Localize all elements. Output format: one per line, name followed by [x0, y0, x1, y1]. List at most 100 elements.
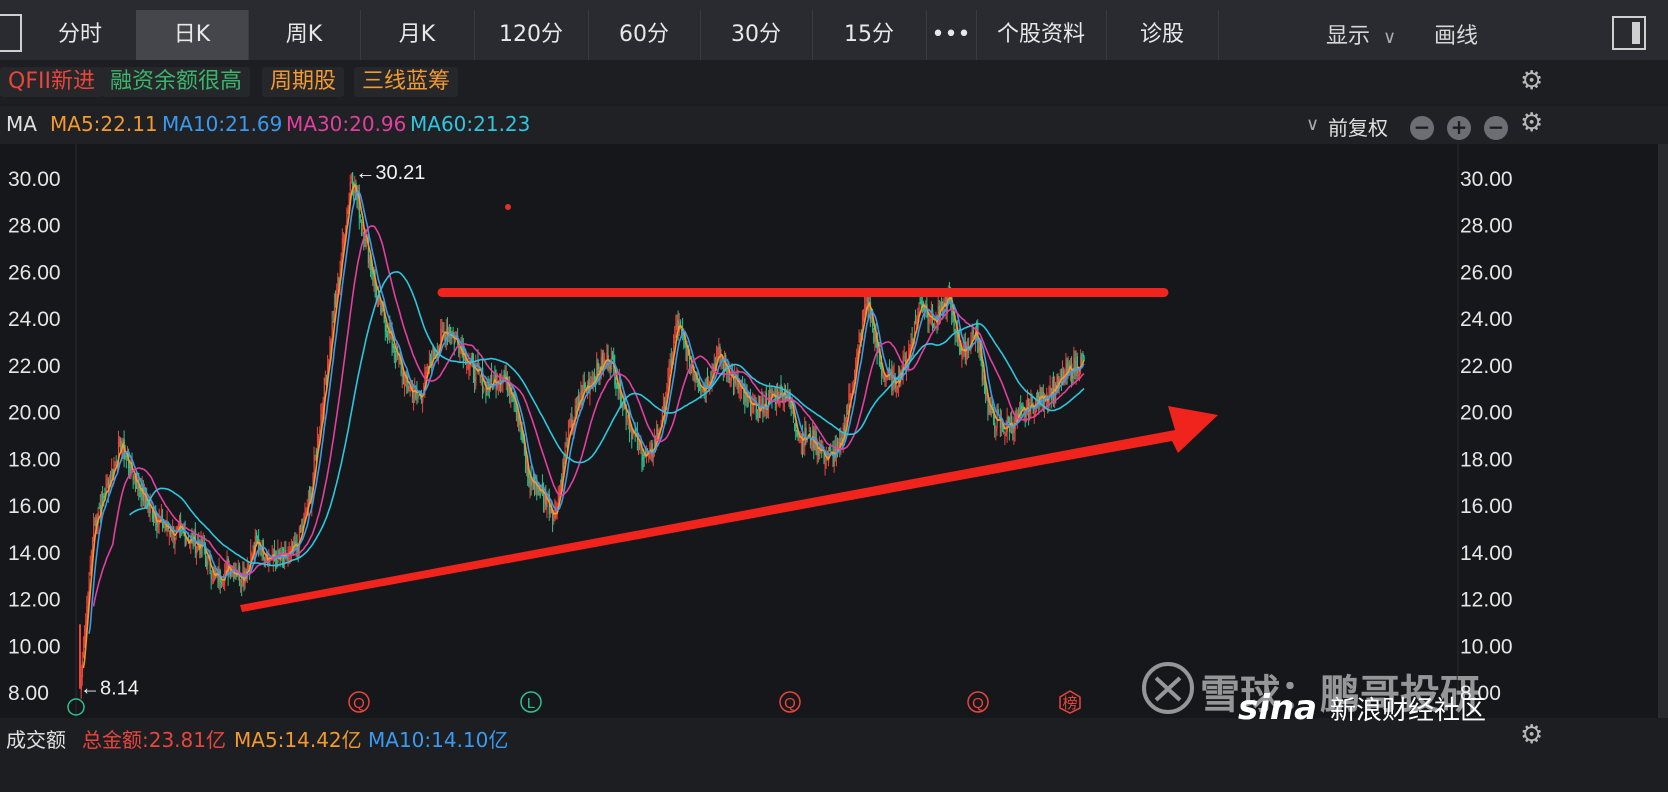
- candle-body: [885, 377, 887, 379]
- candle-body: [511, 395, 513, 398]
- gear-icon[interactable]: ⚙: [1520, 720, 1543, 750]
- collapse-icon[interactable]: −: [1484, 116, 1508, 140]
- y-tick-label-left: 22.00: [8, 355, 61, 378]
- y-tick-label-right: 12.00: [1460, 589, 1513, 612]
- candle-body: [1081, 354, 1083, 357]
- candle-body: [474, 377, 476, 382]
- candle-body: [442, 331, 444, 333]
- y-tick-label-left: 10.00: [8, 635, 61, 658]
- stock-tag[interactable]: 三线蓝筹: [354, 67, 459, 97]
- candle-body: [686, 348, 688, 362]
- panel-toggle-icon[interactable]: [1612, 16, 1646, 50]
- candle-body: [320, 413, 322, 427]
- panel-frame-icon[interactable]: [0, 14, 22, 52]
- candle-body: [369, 258, 371, 265]
- candle-body: [575, 406, 578, 408]
- candle-body: [1007, 417, 1010, 423]
- tab-0[interactable]: 分时: [24, 10, 137, 60]
- candle-body: [794, 423, 796, 425]
- candle-body: [719, 346, 721, 361]
- chart-scrollbar[interactable]: [1658, 144, 1668, 718]
- stock-tag[interactable]: 融资余额很高: [102, 67, 251, 97]
- tab-6[interactable]: 30分: [700, 10, 813, 60]
- tab-9[interactable]: 个股资料: [976, 10, 1107, 60]
- tab-2[interactable]: 周K: [248, 10, 361, 60]
- candle-body: [933, 323, 935, 328]
- candle-body: [874, 333, 876, 342]
- candle-body: [362, 228, 364, 231]
- candle-body: [257, 536, 259, 541]
- candle-body: [994, 422, 996, 428]
- candle-body: [466, 366, 468, 368]
- candle-body: [1072, 376, 1074, 378]
- tab-3[interactable]: 月K: [360, 10, 475, 60]
- candle-body: [549, 508, 552, 514]
- tab-8[interactable]: •••: [926, 10, 977, 60]
- candle-body: [934, 323, 936, 327]
- candle-body: [657, 432, 659, 435]
- candle-body: [347, 205, 349, 209]
- candle-body: [428, 358, 431, 367]
- candle-body: [817, 450, 820, 456]
- chevron-down-icon[interactable]: ∨: [1306, 114, 1319, 135]
- stock-tag[interactable]: QFII新进: [0, 67, 103, 97]
- zoom-in-icon[interactable]: +: [1447, 116, 1471, 140]
- adjust-select[interactable]: 前复权: [1328, 112, 1388, 141]
- candle-body: [508, 388, 510, 393]
- candle-body: [102, 496, 104, 498]
- candle-body: [824, 463, 826, 466]
- candle-body: [263, 558, 266, 560]
- candle-body: [359, 216, 362, 218]
- candle-body: [675, 323, 677, 334]
- draw-line-button[interactable]: 画线: [1434, 18, 1478, 50]
- gear-icon[interactable]: ⚙: [1520, 108, 1543, 138]
- candle-body: [676, 321, 678, 326]
- candle-body: [616, 385, 618, 389]
- candle-body: [751, 413, 753, 415]
- candle-body: [770, 392, 772, 397]
- candle-body: [826, 459, 829, 461]
- candle-body: [570, 418, 572, 428]
- tab-4[interactable]: 120分: [474, 10, 589, 60]
- xueqiu-logo-icon: [1142, 662, 1194, 714]
- y-tick-label-left: 18.00: [8, 448, 61, 471]
- candle-body: [701, 389, 703, 392]
- zoom-out-icon[interactable]: −: [1410, 116, 1434, 140]
- candle-body: [972, 329, 975, 334]
- candle-body: [350, 176, 353, 179]
- tab-1[interactable]: 日K: [136, 10, 249, 60]
- candle-body: [304, 509, 306, 512]
- candle-body: [718, 347, 720, 349]
- candle-body: [891, 369, 893, 392]
- candle-body: [1059, 373, 1062, 375]
- tab-5[interactable]: 60分: [588, 10, 701, 60]
- candle-body: [223, 581, 225, 585]
- candle-body: [384, 323, 387, 332]
- candle-body: [1083, 357, 1085, 361]
- gear-icon[interactable]: ⚙: [1520, 66, 1543, 96]
- tab-10[interactable]: 诊股: [1106, 10, 1219, 60]
- tab-7[interactable]: 15分: [812, 10, 927, 60]
- candle-body: [450, 336, 452, 340]
- candle-body: [641, 449, 643, 461]
- candle-body: [387, 331, 389, 337]
- candle-body: [871, 316, 873, 318]
- candle-body: [300, 531, 302, 533]
- candle-body: [694, 375, 696, 383]
- candle-body: [590, 383, 592, 386]
- candle-body: [1049, 386, 1051, 391]
- stock-tag[interactable]: 周期股: [262, 67, 345, 97]
- uptrend-arrow: [240, 406, 1218, 612]
- candle-body: [426, 364, 428, 369]
- kline-chart[interactable]: 30.00 30.00 28.00 28.00 26.00 26.00 24.00 24.00…: [0, 144, 1668, 718]
- y-tick-label-right: 18.00: [1460, 448, 1513, 471]
- candle-body: [82, 647, 85, 658]
- candle-body: [803, 442, 805, 446]
- y-tick-label-left: 24.00: [8, 308, 61, 331]
- candle-body: [903, 357, 906, 359]
- volume-legend: 成交额 总金额:23.81亿 MA5:14.42亿 MA10:14.10亿 ⚙: [0, 718, 1668, 792]
- candle-body: [882, 373, 884, 376]
- candle-body: [491, 374, 493, 382]
- display-button[interactable]: 显示 ∨: [1326, 18, 1396, 50]
- y-tick-label-right: 22.00: [1460, 355, 1513, 378]
